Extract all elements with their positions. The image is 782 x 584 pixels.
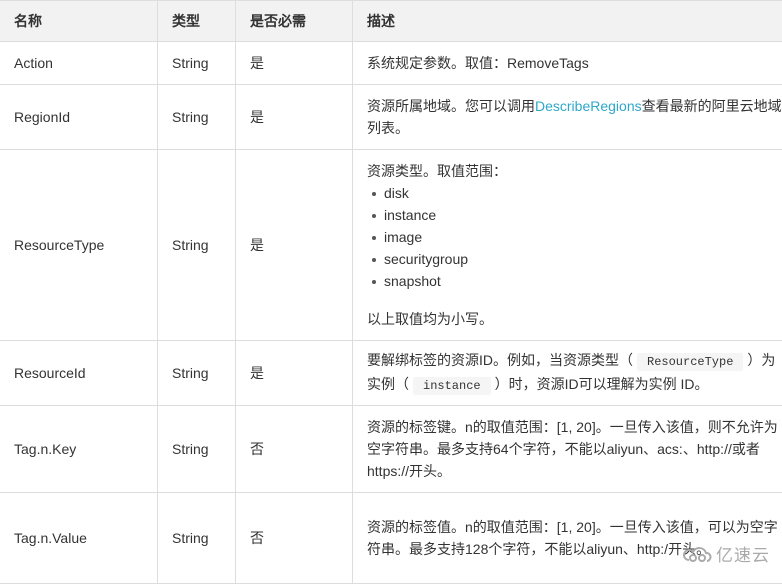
param-required: 是 [236, 85, 353, 150]
param-description: 资源所属地域。您可以调用DescribeRegions查看最新的阿里云地域列表。 [353, 85, 782, 150]
param-name: ResourceType [0, 150, 158, 341]
description-text: ）时，资源ID可以理解为实例 ID。 [495, 376, 709, 392]
param-description: 资源的标签键。n的取值范围：[1, 20]。一旦传入该值，则不允许为空字符串。最… [353, 406, 782, 493]
param-type: String [158, 150, 236, 341]
param-description: 资源的标签值。n的取值范围：[1, 20]。一旦传入该值，可以为空字符串。最多支… [353, 493, 782, 584]
param-name: RegionId [0, 85, 158, 150]
param-name: Tag.n.Value [0, 493, 158, 584]
description-text: 资源所属地域。您可以调用 [367, 98, 535, 114]
list-item: snapshot [370, 270, 782, 292]
header-required: 是否必需 [236, 1, 353, 42]
description-intro: 资源类型。取值范围： [367, 160, 782, 182]
param-description: 系统规定参数。取值：RemoveTags [353, 42, 782, 85]
list-item: securitygroup [370, 248, 782, 270]
header-type: 类型 [158, 1, 236, 42]
param-required: 是 [236, 42, 353, 85]
param-type: String [158, 85, 236, 150]
param-description: 资源类型。取值范围： disk instance image securityg… [353, 150, 782, 341]
param-required: 是 [236, 341, 353, 406]
param-description: 要解绑标签的资源ID。例如，当资源类型（ResourceType）为实例（ins… [353, 341, 782, 406]
param-type: String [158, 341, 236, 406]
code-instance: instance [413, 377, 491, 395]
code-resource-type: ResourceType [637, 353, 743, 371]
table-row: Tag.n.Key String 否 资源的标签键。n的取值范围：[1, 20]… [0, 406, 782, 493]
description-note: 以上取值均为小写。 [367, 308, 782, 330]
list-item: image [370, 226, 782, 248]
table-row: RegionId String 是 资源所属地域。您可以调用DescribeRe… [0, 85, 782, 150]
parameters-table: 名称 类型 是否必需 描述 Action String 是 系统规定参数。取值：… [0, 0, 782, 584]
header-description: 描述 [353, 1, 782, 42]
watermark-text: 亿速云 [716, 541, 770, 566]
param-required: 否 [236, 493, 353, 584]
list-item: disk [370, 182, 782, 204]
param-type: String [158, 493, 236, 584]
param-name: ResourceId [0, 341, 158, 406]
yisu-cloud-logo-icon [683, 544, 713, 564]
param-name: Tag.n.Key [0, 406, 158, 493]
option-list: disk instance image securitygroup snapsh… [367, 182, 782, 292]
watermark: 亿速云 [683, 541, 770, 566]
param-name: Action [0, 42, 158, 85]
param-required: 否 [236, 406, 353, 493]
describe-regions-link[interactable]: DescribeRegions [535, 98, 642, 114]
header-name: 名称 [0, 1, 158, 42]
param-type: String [158, 42, 236, 85]
table-row: ResourceId String 是 要解绑标签的资源ID。例如，当资源类型（… [0, 341, 782, 406]
param-type: String [158, 406, 236, 493]
table-header-row: 名称 类型 是否必需 描述 [0, 1, 782, 42]
table-row: Tag.n.Value String 否 资源的标签值。n的取值范围：[1, 2… [0, 493, 782, 584]
param-required: 是 [236, 150, 353, 341]
description-text: 要解绑标签的资源ID。例如，当资源类型（ [367, 352, 633, 368]
table-row: Action String 是 系统规定参数。取值：RemoveTags [0, 42, 782, 85]
table-row: ResourceType String 是 资源类型。取值范围： disk in… [0, 150, 782, 341]
list-item: instance [370, 204, 782, 226]
